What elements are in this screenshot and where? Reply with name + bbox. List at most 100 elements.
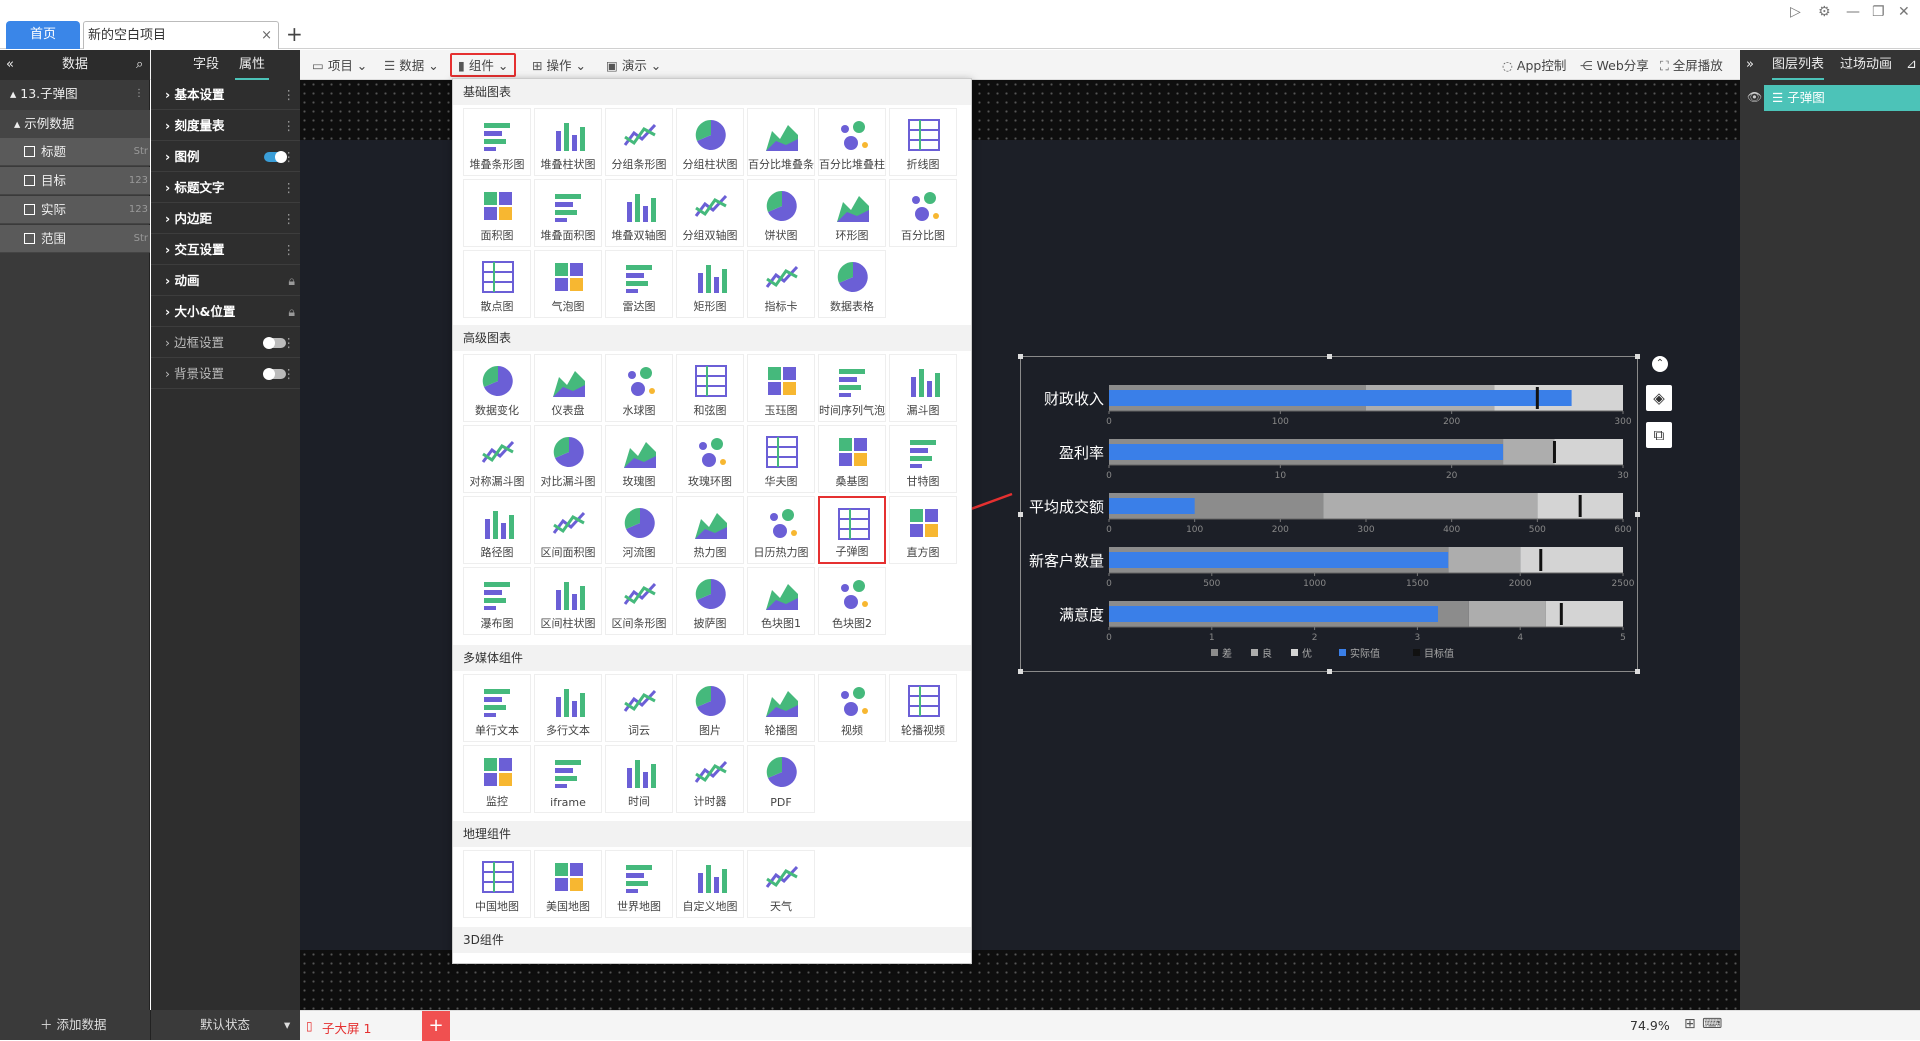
dataset-item[interactable]: ▴ 13.子弹图 ⋮ <box>0 80 150 108</box>
resize-handle[interactable] <box>1635 669 1640 674</box>
component-item[interactable]: 区间柱状图 <box>534 567 602 635</box>
resize-handle[interactable] <box>1635 512 1640 517</box>
fullscreen-button[interactable]: ⛶ 全屏播放 <box>1660 56 1723 76</box>
fit-screen-icon[interactable]: ⊞ <box>1684 1016 1696 1032</box>
operate-menu[interactable]: ⊞ 操作 ⌄ <box>532 56 586 76</box>
component-item[interactable]: 分组双轴图 <box>676 179 744 247</box>
component-item[interactable]: 分组条形图 <box>605 108 673 176</box>
section-interaction[interactable]: › 交互设置 ⋮ <box>151 235 300 265</box>
section-border[interactable]: › 边框设置 ⋮ <box>151 328 300 358</box>
field-item[interactable]: 目标 123 <box>0 167 150 195</box>
component-item[interactable]: 时间 <box>605 745 673 813</box>
checkbox-icon[interactable] <box>24 175 35 186</box>
restore-icon[interactable]: ❐ <box>1872 4 1885 20</box>
section-size-position[interactable]: › 大小&位置 🔒︎ <box>151 297 300 327</box>
close-icon[interactable]: × <box>261 22 272 50</box>
component-item[interactable]: 数据变化 <box>463 354 531 422</box>
checkbox-icon[interactable] <box>24 146 35 157</box>
component-item[interactable]: 河流图 <box>605 496 673 564</box>
component-item[interactable]: PDF <box>747 745 815 813</box>
component-item[interactable]: 分组柱状图 <box>676 108 744 176</box>
component-item[interactable]: 轮播图 <box>747 674 815 742</box>
project-menu[interactable]: ▭ 项目 ⌄ <box>312 56 367 76</box>
search-icon[interactable]: ⌕ <box>136 50 143 80</box>
eye-icon[interactable]: 👁︎ <box>1747 90 1762 104</box>
collapse-right-icon[interactable]: » <box>1746 50 1754 80</box>
sample-data-item[interactable]: ▴ 示例数据 <box>0 110 150 138</box>
screen-tab[interactable]: 子大屏 1 <box>322 1018 371 1037</box>
component-item[interactable]: 词云 <box>605 674 673 742</box>
component-item[interactable]: 时间序列气泡 <box>818 354 886 422</box>
checkbox-icon[interactable] <box>24 204 35 215</box>
component-item[interactable]: 色块图2 <box>818 567 886 635</box>
component-item[interactable]: 指标卡 <box>747 250 815 318</box>
caret-down-icon[interactable]: ▾ <box>284 1010 290 1040</box>
tab-field[interactable]: 字段 <box>193 50 219 80</box>
chevron-up-icon[interactable]: ⌃ <box>1652 356 1668 372</box>
add-tab-button[interactable]: + <box>286 22 303 50</box>
resize-handle[interactable] <box>1018 669 1023 674</box>
component-item[interactable]: 堆叠条形图 <box>463 108 531 176</box>
section-legend[interactable]: › 图例 ⋮ <box>151 142 300 172</box>
more-icon[interactable]: ⋮ <box>283 359 296 389</box>
component-item[interactable]: 天气 <box>747 850 815 918</box>
component-item[interactable]: 单行文本 <box>463 674 531 742</box>
component-item[interactable]: 水球图 <box>605 354 673 422</box>
section-background[interactable]: › 背景设置 ⋮ <box>151 359 300 389</box>
default-state-select[interactable]: 默认状态 <box>200 1010 250 1040</box>
section-scale[interactable]: › 刻度量表 ⋮ <box>151 111 300 141</box>
component-item[interactable]: 日历热力图 <box>747 496 815 564</box>
more-icon[interactable]: ⋮ <box>134 80 144 108</box>
component-item[interactable]: 图片 <box>676 674 744 742</box>
component-item[interactable]: 美国地图 <box>534 850 602 918</box>
component-item[interactable]: 玫瑰环图 <box>676 425 744 493</box>
tab-transition[interactable]: 过场动画 <box>1840 50 1892 80</box>
component-item[interactable]: 折线图 <box>889 108 957 176</box>
add-screen-button[interactable]: + <box>422 1011 450 1041</box>
component-item[interactable]: 堆叠双轴图 <box>605 179 673 247</box>
component-item[interactable]: 数据表格 <box>818 250 886 318</box>
more-icon[interactable]: ⋮ <box>283 111 296 141</box>
component-item[interactable]: 面积图 <box>463 179 531 247</box>
component-item[interactable]: 对比漏斗图 <box>534 425 602 493</box>
component-item[interactable]: 色块图1 <box>747 567 815 635</box>
component-item[interactable]: 区间面积图 <box>534 496 602 564</box>
pin-icon[interactable]: ⊿ <box>1906 50 1917 80</box>
layers-icon[interactable]: ◈ <box>1646 385 1672 411</box>
component-item[interactable]: 玫瑰图 <box>605 425 673 493</box>
play-circle-icon[interactable]: ▷ <box>1790 4 1801 20</box>
component-item[interactable]: 环形图 <box>818 179 886 247</box>
component-item[interactable]: 对称漏斗图 <box>463 425 531 493</box>
component-item[interactable]: 漏斗图 <box>889 354 957 422</box>
component-item[interactable]: 散点图 <box>463 250 531 318</box>
component-item[interactable]: 矩形图 <box>676 250 744 318</box>
demo-menu[interactable]: ▣ 演示 ⌄ <box>606 56 661 76</box>
bullet-chart[interactable]: 财政收入 0 100 200 300 盈利率 0 10 20 30 平均成交额 0 100 200 300 4… <box>1018 354 1640 674</box>
field-item[interactable]: 实际 123 <box>0 196 150 224</box>
component-item[interactable]: 中国地图 <box>463 850 531 918</box>
component-item[interactable]: 世界地图 <box>605 850 673 918</box>
component-item[interactable]: 自定义地图 <box>676 850 744 918</box>
component-item[interactable]: 区间条形图 <box>605 567 673 635</box>
keyboard-icon[interactable]: ⌨ <box>1702 1016 1722 1032</box>
component-item[interactable]: 热力图 <box>676 496 744 564</box>
component-menu[interactable]: ▮ 组件 ⌄ <box>450 53 517 77</box>
component-item[interactable]: 轮播视频 <box>889 674 957 742</box>
field-item[interactable]: 标题 Str <box>0 138 150 166</box>
component-item[interactable]: 气泡图 <box>534 250 602 318</box>
field-item[interactable]: 范围 Str <box>0 225 150 253</box>
component-item[interactable]: 瀑布图 <box>463 567 531 635</box>
tab-home[interactable]: 首页 <box>6 21 80 49</box>
section-animation[interactable]: › 动画 🔒︎ <box>151 266 300 296</box>
component-item[interactable]: 监控 <box>463 745 531 813</box>
more-icon[interactable]: ⋮ <box>283 173 296 203</box>
app-control-button[interactable]: ◌ App控制 <box>1502 56 1566 76</box>
collapse-left-icon[interactable]: « <box>6 50 14 80</box>
component-item[interactable]: iframe <box>534 745 602 813</box>
layer-item[interactable]: ☰ 子弹图 <box>1764 85 1920 111</box>
component-item[interactable]: 和弦图 <box>676 354 744 422</box>
more-icon[interactable]: ⋮ <box>283 204 296 234</box>
checkbox-icon[interactable] <box>24 233 35 244</box>
more-icon[interactable]: ⋮ <box>283 328 296 358</box>
component-item[interactable]: 百分比图 <box>889 179 957 247</box>
